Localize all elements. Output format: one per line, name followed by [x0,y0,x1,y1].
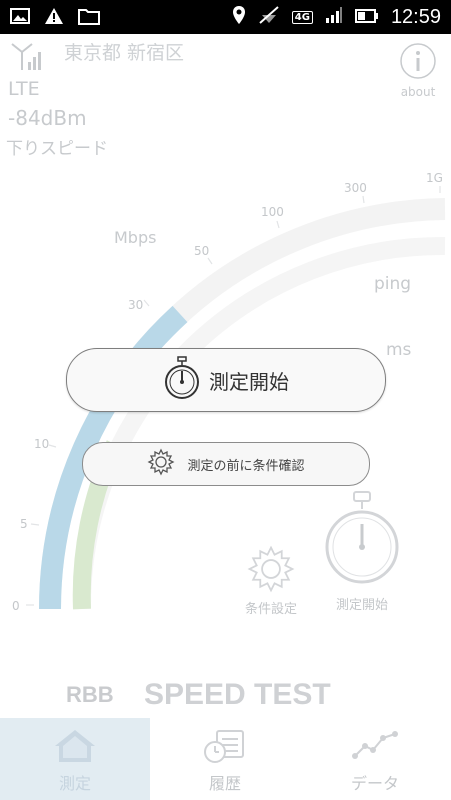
brand-logo: RBB [66,682,114,707]
nav-tab-measure[interactable]: 測定 [0,718,150,800]
settings-gear-icon [246,545,296,598]
warning-icon [44,7,64,29]
check-conditions-label: 測定の前に条件確認 [187,458,305,474]
history-icon [203,728,247,768]
tick-50: 50 [194,244,209,258]
battery-icon [354,8,379,27]
nav-tab-history-label: 履歴 [208,774,241,793]
location-label: 東京都 新宿区 [64,42,185,64]
antenna-signal-icon [10,42,46,76]
ping-unit-label: ms [386,340,412,360]
ping-label: ping [374,274,412,294]
stopwatch-icon [163,356,201,404]
mini-start-label: 測定開始 [335,598,388,613]
app-main: 0 5 10 30 50 100 300 1G 東京都 新宿区 LTE -84d… [0,34,451,800]
nav-tab-history[interactable]: 履歴 [150,718,300,800]
cell-signal-icon [325,6,343,28]
large-stopwatch-icon [322,491,402,594]
check-conditions-button[interactable]: 測定の前に条件確認 [82,442,370,486]
rbb-speed-test-logo: RBB SPEED TEST [66,678,331,711]
tick-0: 0 [12,599,20,613]
network-type: LTE [8,78,40,100]
nav-tab-data-label: データ [350,774,399,793]
status-bar: 4G 12:59 [0,0,451,34]
nav-tab-measure-label: 測定 [58,774,91,793]
mini-settings-label: 条件設定 [244,602,297,617]
network-badge: 4G [291,10,313,24]
tick-100: 100 [261,205,284,219]
start-test-button[interactable]: 測定開始 [66,348,386,412]
download-speed-label: 下りスピード [6,139,108,159]
tick-300: 300 [344,181,367,195]
nav-tab-data[interactable]: データ [300,718,450,800]
folder-icon [78,7,100,29]
tick-10: 10 [34,437,49,451]
mbps-unit-label: Mbps [114,228,157,247]
mini-settings-shortcut[interactable]: 条件設定 [240,544,302,617]
tick-30: 30 [128,298,143,312]
tick-1g: 1G [426,171,443,185]
mini-start-shortcut[interactable]: 測定開始 [322,490,402,613]
gear-icon [147,448,175,480]
start-test-label: 測定開始 [209,369,289,394]
wifi-off-icon [258,5,280,29]
tick-5: 5 [20,517,28,531]
signal-strength: -84dBm [8,106,87,130]
location-icon [232,5,246,29]
about-label: about [400,85,436,99]
chart-icon [351,728,399,768]
info-icon [399,43,437,84]
image-notification-icon [10,7,30,29]
home-icon [53,728,97,768]
clock: 12:59 [390,5,441,28]
about-button[interactable]: about [398,42,438,99]
bottom-navigation: 測定 履歴 データ [0,718,451,800]
brand-title: SPEED TEST [144,678,331,711]
